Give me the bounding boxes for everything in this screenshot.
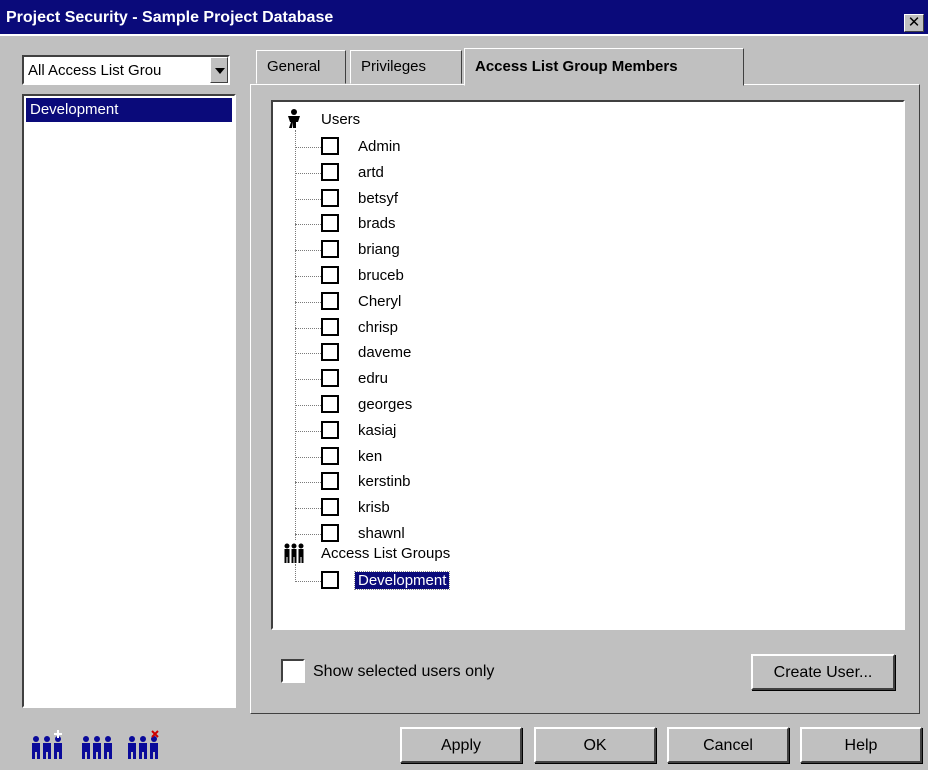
member-label: briang <box>358 241 400 259</box>
member-label: kerstinb <box>358 473 411 491</box>
tree-connector <box>295 456 321 458</box>
close-button[interactable]: ✕ <box>904 14 924 32</box>
person-icon <box>288 109 300 128</box>
member-checkbox[interactable] <box>321 446 339 465</box>
access-list-groups-heading: Access List Groups <box>321 545 451 562</box>
tree-connector <box>295 224 321 226</box>
member-label: daveme <box>358 344 412 362</box>
group-filter-dropdown[interactable]: All Access List Grou <box>22 55 230 85</box>
members-tree[interactable]: Users Admin artd betsyf brads briang bruceb Ch… <box>271 100 905 630</box>
tree-connector <box>295 250 321 252</box>
delete-group-icon[interactable] <box>126 730 162 760</box>
member-checkbox[interactable] <box>321 137 339 155</box>
tree-connector <box>295 430 321 432</box>
member-label: betsyf <box>358 189 399 207</box>
tree-connector <box>295 581 321 582</box>
member-checkbox[interactable] <box>321 343 339 362</box>
member-checkbox[interactable] <box>321 188 339 207</box>
tab-general[interactable]: General <box>256 50 346 84</box>
tree-connector <box>295 130 296 540</box>
tree-connector <box>295 379 321 381</box>
member-checkbox[interactable] <box>321 317 339 336</box>
tree-connector <box>295 198 321 200</box>
member-label: chrisp <box>358 318 399 336</box>
member-label: georges <box>358 396 413 413</box>
member-label: shawnl <box>358 525 405 542</box>
group-icon <box>284 543 304 563</box>
member-label: Admin <box>358 138 401 155</box>
users-heading: Users <box>321 111 361 128</box>
member-checkbox[interactable] <box>321 266 339 284</box>
chevron-down-icon[interactable] <box>210 57 228 83</box>
tree-connector <box>295 534 321 535</box>
member-label: bruceb <box>358 267 404 284</box>
member-checkbox[interactable] <box>321 214 339 233</box>
title-bar: Project Security - Sample Project Databa… <box>0 0 928 36</box>
member-checkbox[interactable] <box>321 571 339 589</box>
group-list-item[interactable]: Development <box>26 98 232 122</box>
tree-connector <box>295 353 321 355</box>
group-list[interactable]: Development <box>22 94 236 708</box>
tree-connector <box>295 405 321 406</box>
show-selected-checkbox[interactable] <box>281 659 305 683</box>
member-checkbox[interactable] <box>321 395 339 413</box>
tab-access-list-group-members[interactable]: Access List Group Members <box>464 48 744 86</box>
member-label: Development <box>353 571 451 590</box>
member-label: ken <box>358 447 383 465</box>
member-checkbox[interactable] <box>321 524 339 542</box>
member-label: kasiaj <box>358 421 397 439</box>
add-group-icon[interactable] <box>30 730 66 760</box>
member-label: Cheryl <box>358 292 402 310</box>
help-button[interactable]: Help <box>800 727 922 763</box>
member-checkbox[interactable] <box>321 291 339 310</box>
member-checkbox[interactable] <box>321 498 339 517</box>
member-checkbox[interactable] <box>321 240 339 259</box>
create-user-button[interactable]: Create User... <box>751 654 895 690</box>
member-checkbox[interactable] <box>321 420 339 439</box>
tree-connector <box>295 301 321 303</box>
window-title: Project Security - Sample Project Databa… <box>6 9 334 26</box>
member-label: brads <box>358 215 396 233</box>
member-checkbox[interactable] <box>321 369 339 388</box>
ok-button[interactable]: OK <box>534 727 656 763</box>
member-checkbox[interactable] <box>321 472 339 491</box>
apply-button[interactable]: Apply <box>400 727 522 763</box>
cancel-button[interactable]: Cancel <box>667 727 789 763</box>
member-label: artd <box>358 163 384 181</box>
tree-connector <box>295 564 296 580</box>
tree-connector <box>295 172 321 174</box>
member-label: krisb <box>358 499 390 517</box>
edit-group-icon[interactable] <box>80 730 116 760</box>
tree-connector <box>295 482 321 484</box>
tab-privileges[interactable]: Privileges <box>350 50 462 84</box>
tree-connector <box>295 147 321 148</box>
show-selected-label: Show selected users only <box>313 663 495 680</box>
member-label: edru <box>358 370 389 388</box>
tree-connector <box>295 508 321 510</box>
member-checkbox[interactable] <box>321 162 339 181</box>
group-filter-value: All Access List Grou <box>28 62 162 79</box>
tree-connector <box>295 276 321 277</box>
tree-connector <box>295 327 321 329</box>
